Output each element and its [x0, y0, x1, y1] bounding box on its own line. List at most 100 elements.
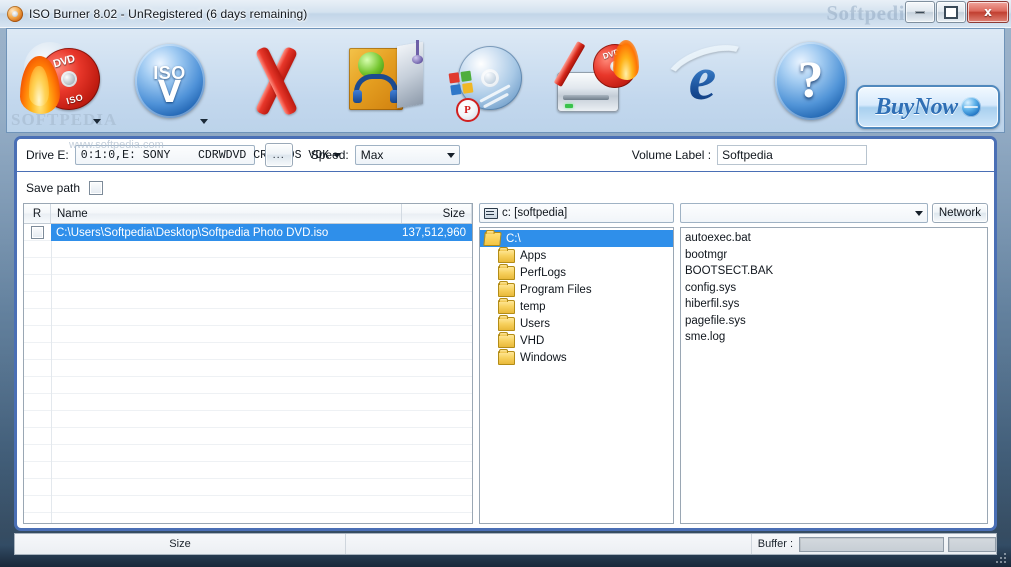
tree-item-windows[interactable]: Windows: [480, 348, 673, 366]
tree-item-temp[interactable]: temp: [480, 297, 673, 315]
softpedia-watermark: Softpedia: [826, 1, 916, 25]
row-size: 137,512,960: [396, 224, 472, 241]
window-title: ISO Burner 8.02 - UnRegistered (6 days r…: [29, 6, 308, 21]
list-item[interactable]: BOOTSECT.BAK: [685, 263, 987, 280]
file-browser: Network autoexec.bat bootmgr BOOTSECT.BA…: [680, 203, 988, 524]
main-toolbar: SOFTPEDIA DVD ISO ISO V P DVD e ? BuyNow: [6, 28, 1005, 133]
folder-icon: [498, 246, 515, 263]
dvd-text: DVD: [51, 52, 76, 70]
tree-item-label: VHD: [520, 334, 545, 347]
burn-iso-button[interactable]: DVD ISO: [7, 31, 114, 131]
application-window: ISO Burner 8.02 - UnRegistered (6 days r…: [0, 0, 1011, 567]
speed-select[interactable]: Max: [354, 145, 460, 165]
minimize-icon: [915, 10, 925, 14]
windows-logo-icon: [448, 70, 473, 95]
web-button[interactable]: e: [649, 31, 759, 131]
tree-item-perflogs[interactable]: PerfLogs: [480, 263, 673, 281]
folder-shape: [348, 47, 403, 110]
list-item[interactable]: config.sys: [685, 280, 987, 297]
tree-item-label: temp: [520, 300, 546, 313]
volume-label-input[interactable]: [717, 145, 868, 165]
cd-flame-icon: [7, 5, 23, 22]
folder-icon: [498, 314, 515, 331]
row-gridlines: [24, 224, 472, 523]
burn-drive-button[interactable]: DVD: [542, 31, 649, 131]
drive-burn-icon: DVD: [553, 37, 643, 124]
internet-explorer-icon: e: [658, 34, 759, 124]
folder-browser: c: [softpedia] C:\ Apps PerfLogs Program…: [479, 203, 674, 524]
p-badge: P: [455, 97, 480, 122]
column-header-name[interactable]: Name: [51, 204, 402, 223]
chevron-down-icon: [914, 210, 923, 216]
burn-file-list-body[interactable]: C:\Users\Softpedia\Desktop\Softpedia Pho…: [24, 224, 472, 523]
save-path-row: Save path: [17, 172, 994, 204]
tree-item-label: PerfLogs: [520, 266, 567, 279]
panes-container: R Name Size C:\Users\Softpedia\Desktop\S…: [23, 203, 988, 524]
tree-item-label: Apps: [520, 249, 547, 262]
network-button[interactable]: Network: [931, 203, 988, 223]
tree-item-users[interactable]: Users: [480, 314, 673, 332]
browse-drive-button[interactable]: ...: [264, 143, 293, 167]
dvd-flame-iso-icon: DVD ISO: [18, 38, 107, 124]
iso-text: ISO: [64, 91, 84, 106]
path-combo[interactable]: [680, 203, 928, 223]
maximize-icon: [944, 5, 958, 19]
question-mark-glyph: ?: [774, 41, 847, 120]
list-item[interactable]: bootmgr: [685, 247, 987, 264]
media-folder-icon: [339, 38, 425, 124]
minimize-button[interactable]: [905, 1, 935, 23]
status-buffer-label: Buffer :: [757, 538, 793, 550]
save-path-checkbox[interactable]: [89, 181, 104, 195]
burn-file-list-header: R Name Size: [24, 204, 472, 224]
row-name: C:\Users\Softpedia\Desktop\Softpedia Pho…: [51, 224, 396, 241]
headphones-shape: [352, 73, 399, 104]
volume-label: Volume Label :: [631, 148, 712, 162]
chevron-down-icon[interactable]: [93, 118, 101, 124]
help-button[interactable]: ?: [756, 31, 863, 131]
table-row[interactable]: C:\Users\Softpedia\Desktop\Softpedia Pho…: [24, 224, 472, 241]
list-item[interactable]: sme.log: [685, 329, 987, 346]
music-note-shape: [401, 39, 423, 64]
save-path-label: Save path: [26, 181, 81, 195]
tree-item-program-files[interactable]: Program Files: [480, 280, 673, 298]
title-bar: ISO Burner 8.02 - UnRegistered (6 days r…: [0, 0, 1011, 28]
tree-item-label: C:\: [506, 232, 521, 245]
resize-grip[interactable]: [994, 551, 1008, 565]
tree-item-label: Windows: [520, 351, 567, 364]
file-list[interactable]: autoexec.bat bootmgr BOOTSECT.BAK config…: [680, 227, 988, 524]
list-item[interactable]: hiberfil.sys: [685, 296, 987, 313]
tree-item-apps[interactable]: Apps: [480, 246, 673, 264]
url-watermark: www.softpedia.com: [69, 139, 164, 151]
chevron-down-icon[interactable]: [200, 118, 208, 124]
speed-label: Speed:: [310, 148, 349, 162]
create-iso-button[interactable]: ISO V: [114, 31, 221, 131]
maximize-button[interactable]: [936, 1, 966, 23]
buy-now-button[interactable]: BuyNow: [856, 85, 1000, 129]
column-header-size[interactable]: Size: [402, 204, 472, 223]
media-folder-button[interactable]: [328, 31, 435, 131]
folder-icon: [498, 331, 515, 348]
buy-now-label: BuyNow: [875, 93, 958, 120]
disc-windows-icon: P: [446, 38, 532, 124]
list-item[interactable]: pagefile.sys: [685, 313, 987, 330]
close-icon: x: [984, 5, 992, 19]
chevron-down-icon: [446, 152, 455, 158]
tree-item-vhd[interactable]: VHD: [480, 331, 673, 349]
column-divider: [51, 224, 52, 523]
drive-combo[interactable]: c: [softpedia]: [479, 203, 674, 223]
blue-ball-shape: ISO V: [134, 43, 205, 118]
drive-label: Drive E:: [26, 148, 69, 162]
drive-combo-value: c: [softpedia]: [502, 207, 568, 219]
file-browser-toolbar: Network: [680, 203, 988, 223]
erase-disc-button[interactable]: [221, 31, 328, 131]
folder-tree[interactable]: C:\ Apps PerfLogs Program Files temp Use…: [479, 227, 674, 524]
row-checkbox[interactable]: [24, 226, 51, 239]
folder-icon: [498, 348, 515, 365]
column-header-check[interactable]: R: [24, 204, 51, 223]
close-button[interactable]: x: [967, 1, 1009, 23]
burn-file-list: R Name Size C:\Users\Softpedia\Desktop\S…: [23, 203, 473, 524]
list-item[interactable]: autoexec.bat: [685, 230, 987, 247]
tree-item-root[interactable]: C:\: [480, 230, 673, 247]
drive-settings-row: www.softpedia.com Drive E: 0:1:0,E: SONY…: [17, 139, 994, 172]
disc-info-button[interactable]: P: [435, 31, 542, 131]
